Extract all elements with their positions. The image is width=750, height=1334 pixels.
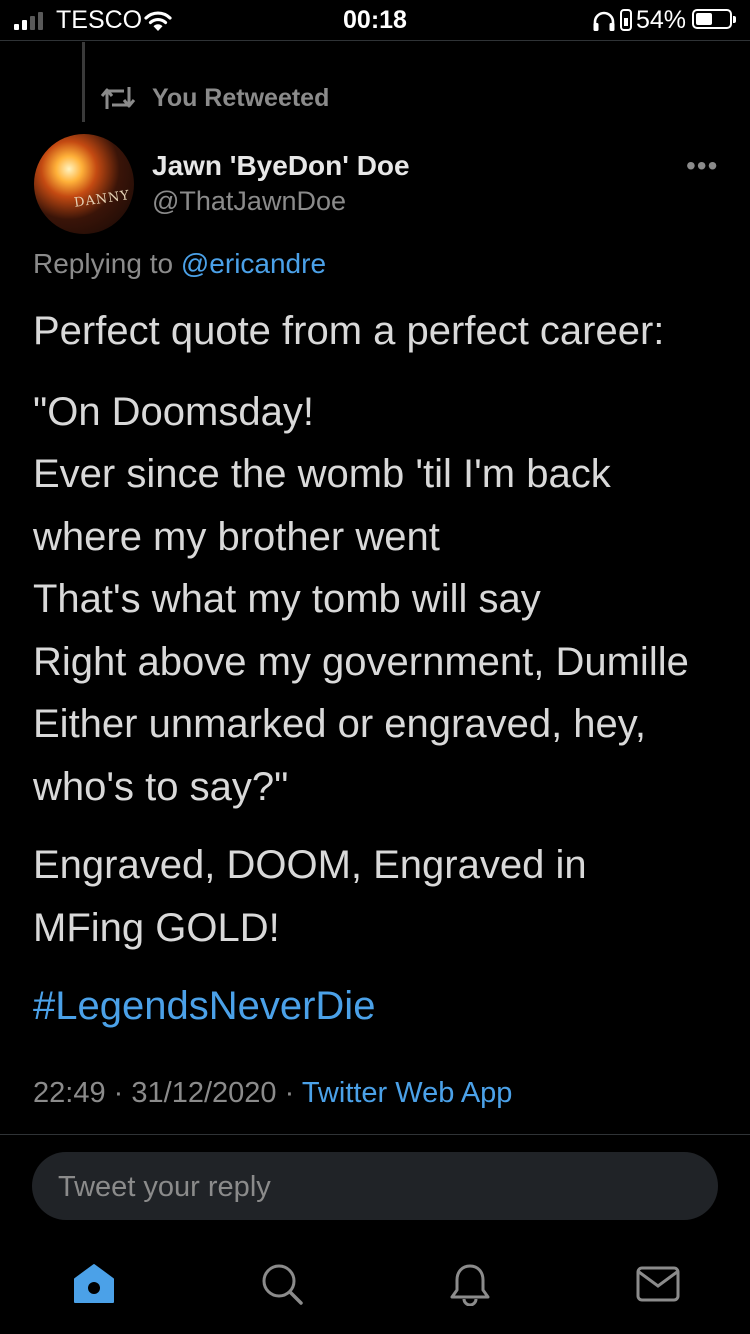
quote-line: Right above my government, Dumille [33,639,689,684]
quote-line: "On Doomsday! [33,389,314,434]
closing-line: Engraved, DOOM, Engraved in [33,843,587,887]
mention-link[interactable]: @ericandre [181,248,326,279]
quote-line: where my brother went [33,514,440,559]
author-name[interactable]: Jawn 'ByeDon' Doe [152,150,410,182]
battery-percentage: 54% [636,6,687,34]
search-icon[interactable] [260,1262,304,1306]
battery-icon [692,9,736,29]
home-icon[interactable] [72,1262,116,1306]
closing-line: MFing GOLD! [33,905,280,950]
avatar[interactable]: DANNY [34,134,134,234]
divider [0,1134,750,1135]
replying-to: Replying to @ericandre [33,248,326,280]
author-handle[interactable]: @ThatJawnDoe [152,186,346,217]
thread-connector-line [82,42,85,122]
tweet-date: 31/12/2020 [131,1077,277,1109]
more-options-icon[interactable]: ••• [686,150,718,182]
bell-icon[interactable] [448,1262,492,1306]
reply-input[interactable] [56,1152,690,1222]
orientation-lock-icon [620,9,632,31]
replying-to-prefix: Replying to [33,248,174,279]
meta-separator: · [284,1077,295,1109]
quote-line: Either unmarked or engraved, hey, [33,702,646,746]
tweet-text: Perfect quote from a perfect career: "On… [33,300,723,1038]
quote-line: That's what my tomb will say [33,577,541,621]
retweet-icon [100,87,136,109]
mail-icon[interactable] [636,1262,680,1306]
quote-line: who's to say?" [33,764,289,809]
tweet-intro: Perfect quote from a perfect career: [33,309,665,353]
quote-line: Ever since the womb 'til I'm back [33,452,611,496]
tweet-source-link[interactable]: Twitter Web App [302,1077,513,1109]
tweet-time: 22:49 [33,1077,106,1109]
meta-separator: · [113,1077,124,1109]
tweet-meta: 22:49 · 31/12/2020 · Twitter Web App [33,1077,512,1110]
headphones-icon [593,11,615,31]
avatar-text: DANNY [73,188,131,211]
hashtag-link[interactable]: #LegendsNeverDie [33,975,723,1038]
retweet-context-label: You Retweeted [152,84,330,112]
reply-box[interactable] [32,1152,718,1222]
status-bar: TESCO 00:18 54% [0,0,750,41]
